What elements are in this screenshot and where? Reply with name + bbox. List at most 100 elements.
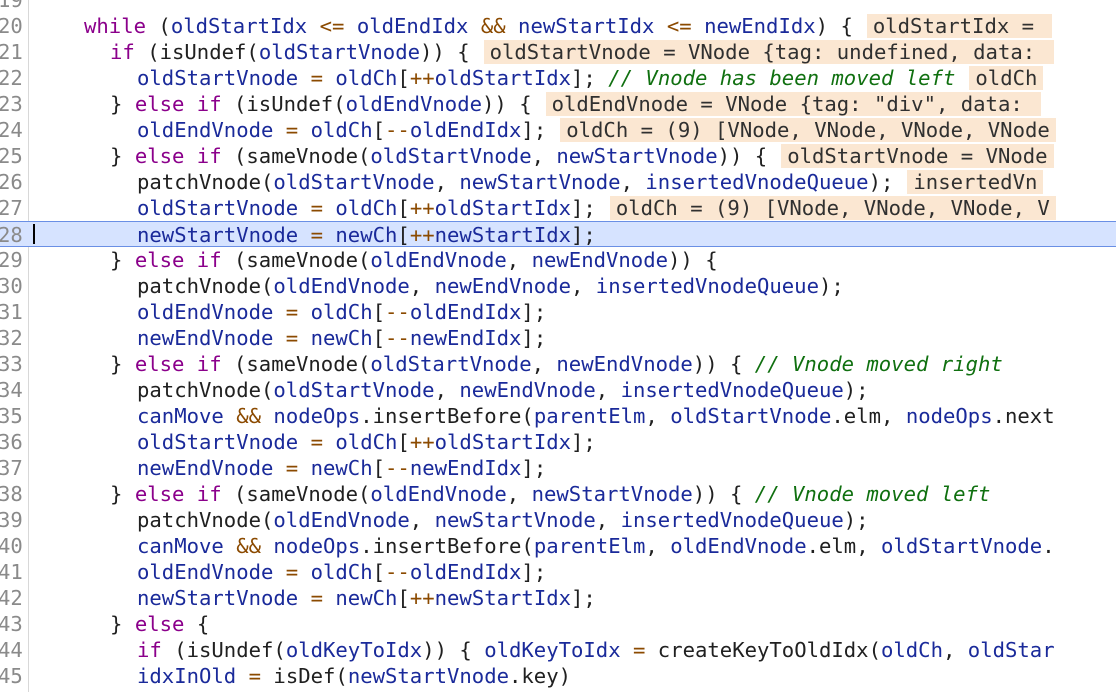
line-number[interactable]: 22 (0, 65, 28, 91)
line-number[interactable]: 23 (0, 91, 28, 117)
token-op: <= (666, 14, 692, 38)
token-default: .elm, (806, 534, 882, 558)
token-default: [ (372, 326, 386, 350)
token-default: (isUndef( (221, 92, 346, 116)
token-default: (sameVnode( (221, 144, 371, 168)
line-number[interactable]: 28 (0, 222, 28, 248)
token-default: ]; (521, 456, 547, 480)
token-op: && (480, 14, 506, 38)
line-number[interactable]: 30 (0, 273, 28, 299)
token-var: oldCh (335, 196, 398, 220)
inline-debug-value[interactable]: oldStartVnode = VNode (781, 144, 1054, 168)
token-default: } (110, 612, 135, 636)
token-default (236, 664, 248, 688)
line-number[interactable]: 26 (0, 169, 28, 195)
line-number[interactable]: 31 (0, 299, 28, 325)
inline-debug-value[interactable]: oldCh = (9) [VNode, VNode, VNode, VNode (560, 118, 1056, 142)
line-number[interactable]: 45 (0, 663, 28, 689)
token-default (344, 14, 356, 38)
code-line[interactable]: 29} else if (sameVnode(oldEndVnode, newE… (0, 247, 1116, 273)
token-default: patchVnode( (137, 508, 274, 532)
line-number[interactable]: 21 (0, 39, 28, 65)
code-line[interactable]: 36 oldStartVnode = oldCh[++oldStartIdx]; (0, 429, 1116, 455)
inline-debug-value[interactable]: oldStartVnode = VNode {tag: undefined, d… (483, 40, 1054, 64)
inline-debug-value[interactable]: oldStartIdx = (866, 14, 1053, 38)
code-line[interactable]: 30 patchVnode(oldEndVnode, newEndVnode, i… (0, 273, 1116, 299)
code-line[interactable]: 41 oldEndVnode = oldCh[--oldEndIdx]; (0, 559, 1116, 585)
code-line[interactable]: 40 canMove && nodeOps.insertBefore(parent… (0, 533, 1116, 559)
line-number[interactable]: 40 (0, 533, 28, 559)
code-text: newEndVnode = newCh[--newEndIdx]; (137, 325, 546, 351)
code-line[interactable]: 27 oldStartVnode = oldCh[++oldStartIdx]; o… (0, 195, 1116, 221)
token-op: = (285, 456, 299, 480)
code-line[interactable]: 32 newEndVnode = newCh[--newEndIdx]; (0, 325, 1116, 351)
token-var: oldEndIdx (356, 14, 469, 38)
token-var: oldStartVnode (370, 144, 532, 168)
token-default: ]; (521, 560, 547, 584)
token-default (506, 14, 518, 38)
token-default (323, 430, 335, 454)
line-number[interactable]: 32 (0, 325, 28, 351)
code-line[interactable]: 25} else if (sameVnode(oldStartVnode, ne… (0, 143, 1116, 169)
code-line[interactable]: 45 idxInOld = isDef(newStartVnode.key) (0, 663, 1116, 689)
token-var: newEndIdx (409, 456, 522, 480)
code-line[interactable]: 34 patchVnode(oldStartVnode, newEndVnode,… (0, 377, 1116, 403)
inline-debug-value[interactable]: oldCh (969, 66, 1044, 90)
token-default (621, 638, 633, 662)
code-line[interactable]: 21 if (isUndef(oldStartVnode)) {oldStartV… (0, 39, 1116, 65)
line-number[interactable]: 38 (0, 481, 28, 507)
token-var: newEndVnode (531, 248, 668, 272)
line-number[interactable]: 27 (0, 195, 28, 221)
token-var: nodeOps (273, 404, 361, 428)
token-var: oldEndVnode (137, 118, 274, 142)
code-line[interactable]: 39 patchVnode(oldEndVnode, newStartVnode,… (0, 507, 1116, 533)
token-keyword: else if (134, 144, 222, 168)
line-number[interactable]: 29 (0, 247, 28, 273)
line-number[interactable]: 19 (0, 0, 28, 13)
code-line[interactable]: 37 newEndVnode = newCh[--newEndIdx]; (0, 455, 1116, 481)
code-line[interactable]: 24 oldEndVnode = oldCh[--oldEndIdx]; oldCh… (0, 117, 1116, 143)
line-number[interactable]: 41 (0, 559, 28, 585)
token-default (307, 14, 319, 38)
token-var: oldEndVnode (273, 508, 410, 532)
code-line[interactable]: 28 newStartVnode = newCh[++newStartIdx]; (0, 221, 1116, 247)
token-var: oldStartIdx (434, 66, 572, 90)
token-default: .elm, (831, 404, 906, 428)
line-number[interactable]: 43 (0, 611, 28, 637)
line-number[interactable]: 20 (0, 13, 28, 39)
code-line[interactable]: 44 if (isUndef(oldKeyToIdx)) { oldKeyToId… (0, 637, 1116, 663)
line-number[interactable]: 36 (0, 429, 28, 455)
code-line[interactable]: 33} else if (sameVnode(oldStartVnode, ne… (0, 351, 1116, 377)
inline-debug-value[interactable]: insertedVn (907, 170, 1044, 194)
code-line[interactable]: 38} else if (sameVnode(oldEndVnode, newS… (0, 481, 1116, 507)
line-number[interactable]: 33 (0, 351, 28, 377)
code-line[interactable]: 35 canMove && nodeOps.insertBefore(parent… (0, 403, 1116, 429)
token-var: newStartVnode (556, 144, 718, 168)
inline-debug-value[interactable]: oldEndVnode = VNode {tag: "div", data: (545, 92, 1042, 116)
token-var: oldKeyToIdx (484, 638, 621, 662)
line-number[interactable]: 39 (0, 507, 28, 533)
code-line[interactable]: 22 oldStartVnode = oldCh[++oldStartIdx]; … (0, 65, 1116, 91)
line-number[interactable]: 44 (0, 637, 28, 663)
inline-debug-value[interactable]: oldCh = (9) [VNode, VNode, VNode, V (609, 196, 1056, 220)
token-default: )) { (692, 352, 755, 376)
line-number[interactable]: 37 (0, 455, 28, 481)
line-number[interactable]: 34 (0, 377, 28, 403)
code-line[interactable]: 19 (0, 0, 1116, 13)
line-number[interactable]: 42 (0, 585, 28, 611)
token-var: oldEndIdx (409, 300, 522, 324)
code-line[interactable]: 26 patchVnode(oldStartVnode, newStartVnod… (0, 169, 1116, 195)
token-default: } (110, 482, 135, 506)
token-default (323, 223, 335, 247)
code-text: if (isUndef(oldKeyToIdx)) { oldKeyToIdx … (137, 637, 1055, 663)
token-default: [ (372, 560, 386, 584)
code-text: oldEndVnode = oldCh[--oldEndIdx]; (137, 299, 546, 325)
line-number[interactable]: 25 (0, 143, 28, 169)
code-line[interactable]: 42 newStartVnode = newCh[++newStartIdx]; (0, 585, 1116, 611)
code-line[interactable]: 31 oldEndVnode = oldCh[--oldEndIdx]; (0, 299, 1116, 325)
code-line[interactable]: 20 while (oldStartIdx <= oldEndIdx && new… (0, 13, 1116, 39)
line-number[interactable]: 24 (0, 117, 28, 143)
code-line[interactable]: 23} else if (isUndef(oldEndVnode)) {oldE… (0, 91, 1116, 117)
code-line[interactable]: 43} else { (0, 611, 1116, 637)
line-number[interactable]: 35 (0, 403, 28, 429)
